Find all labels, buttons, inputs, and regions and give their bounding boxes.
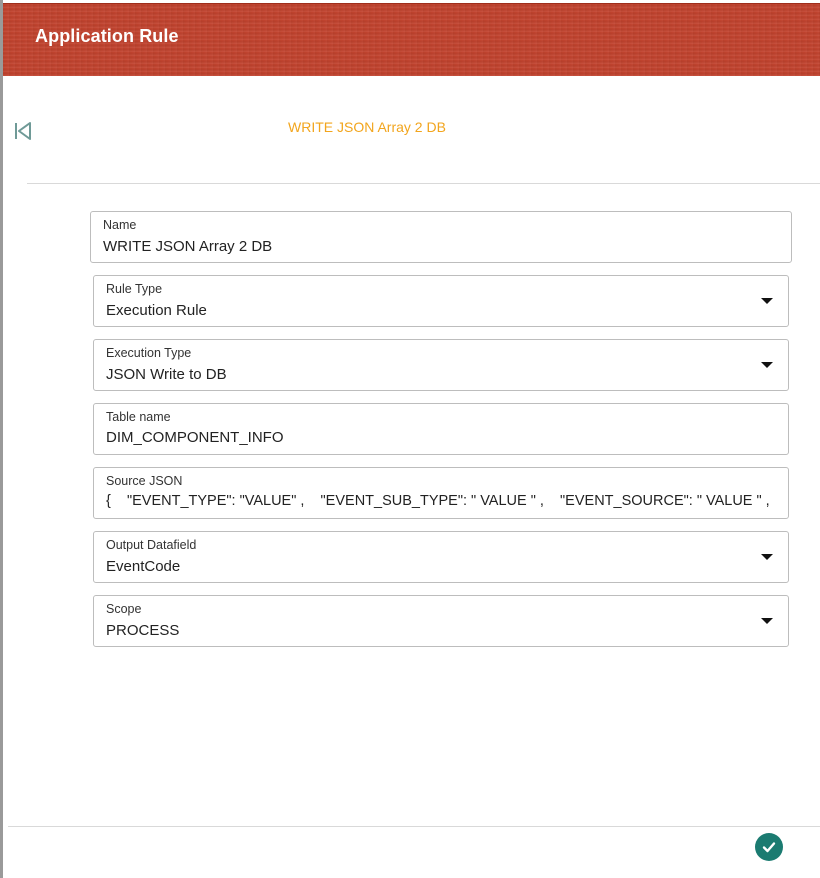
table-name-value[interactable]: DIM_COMPONENT_INFO <box>106 429 776 446</box>
scope-label: Scope <box>106 602 142 616</box>
caret-down-icon[interactable] <box>761 554 773 560</box>
scope-select[interactable]: Scope PROCESS <box>93 595 789 647</box>
name-label: Name <box>103 218 137 232</box>
source-json-label: Source JSON <box>106 474 183 488</box>
header-bar: Application Rule <box>3 3 820 76</box>
dialog-title: Application Rule <box>35 26 179 46</box>
scope-value: PROCESS <box>106 622 180 639</box>
footer-divider <box>8 826 820 827</box>
name-field[interactable]: Name WRITE JSON Array 2 DB <box>90 211 792 263</box>
first-page-icon <box>15 122 31 140</box>
check-circle-icon <box>762 842 776 853</box>
output-datafield-select[interactable]: Output Datafield EventCode <box>93 531 789 583</box>
caret-down-icon[interactable] <box>761 618 773 624</box>
table-name-field[interactable]: Table name DIM_COMPONENT_INFO <box>93 403 789 455</box>
source-json-field[interactable]: Source JSON { "EVENT_TYPE": "VALUE" , "E… <box>93 467 789 519</box>
window-left-border <box>0 0 3 878</box>
rule-type-label: Rule Type <box>106 282 163 296</box>
confirm-button[interactable] <box>755 833 783 861</box>
execution-type-select[interactable]: Execution Type JSON Write to DB <box>93 339 789 391</box>
divider <box>27 183 820 184</box>
execution-type-value: JSON Write to DB <box>106 366 227 383</box>
back-to-first-button[interactable] <box>12 120 34 142</box>
table-name-label: Table name <box>106 410 171 424</box>
rule-type-value: Execution Rule <box>106 302 207 319</box>
source-json-value[interactable]: { "EVENT_TYPE": "VALUE" , "EVENT_SUB_TYP… <box>106 493 776 509</box>
execution-type-label: Execution Type <box>106 346 192 360</box>
rule-type-select[interactable]: Rule Type Execution Rule <box>93 275 789 327</box>
caret-down-icon[interactable] <box>761 362 773 368</box>
output-datafield-label: Output Datafield <box>106 538 197 552</box>
caret-down-icon[interactable] <box>761 298 773 304</box>
output-datafield-value: EventCode <box>106 558 181 575</box>
name-value[interactable]: WRITE JSON Array 2 DB <box>103 238 779 255</box>
rule-subtitle: WRITE JSON Array 2 DB <box>288 119 446 135</box>
